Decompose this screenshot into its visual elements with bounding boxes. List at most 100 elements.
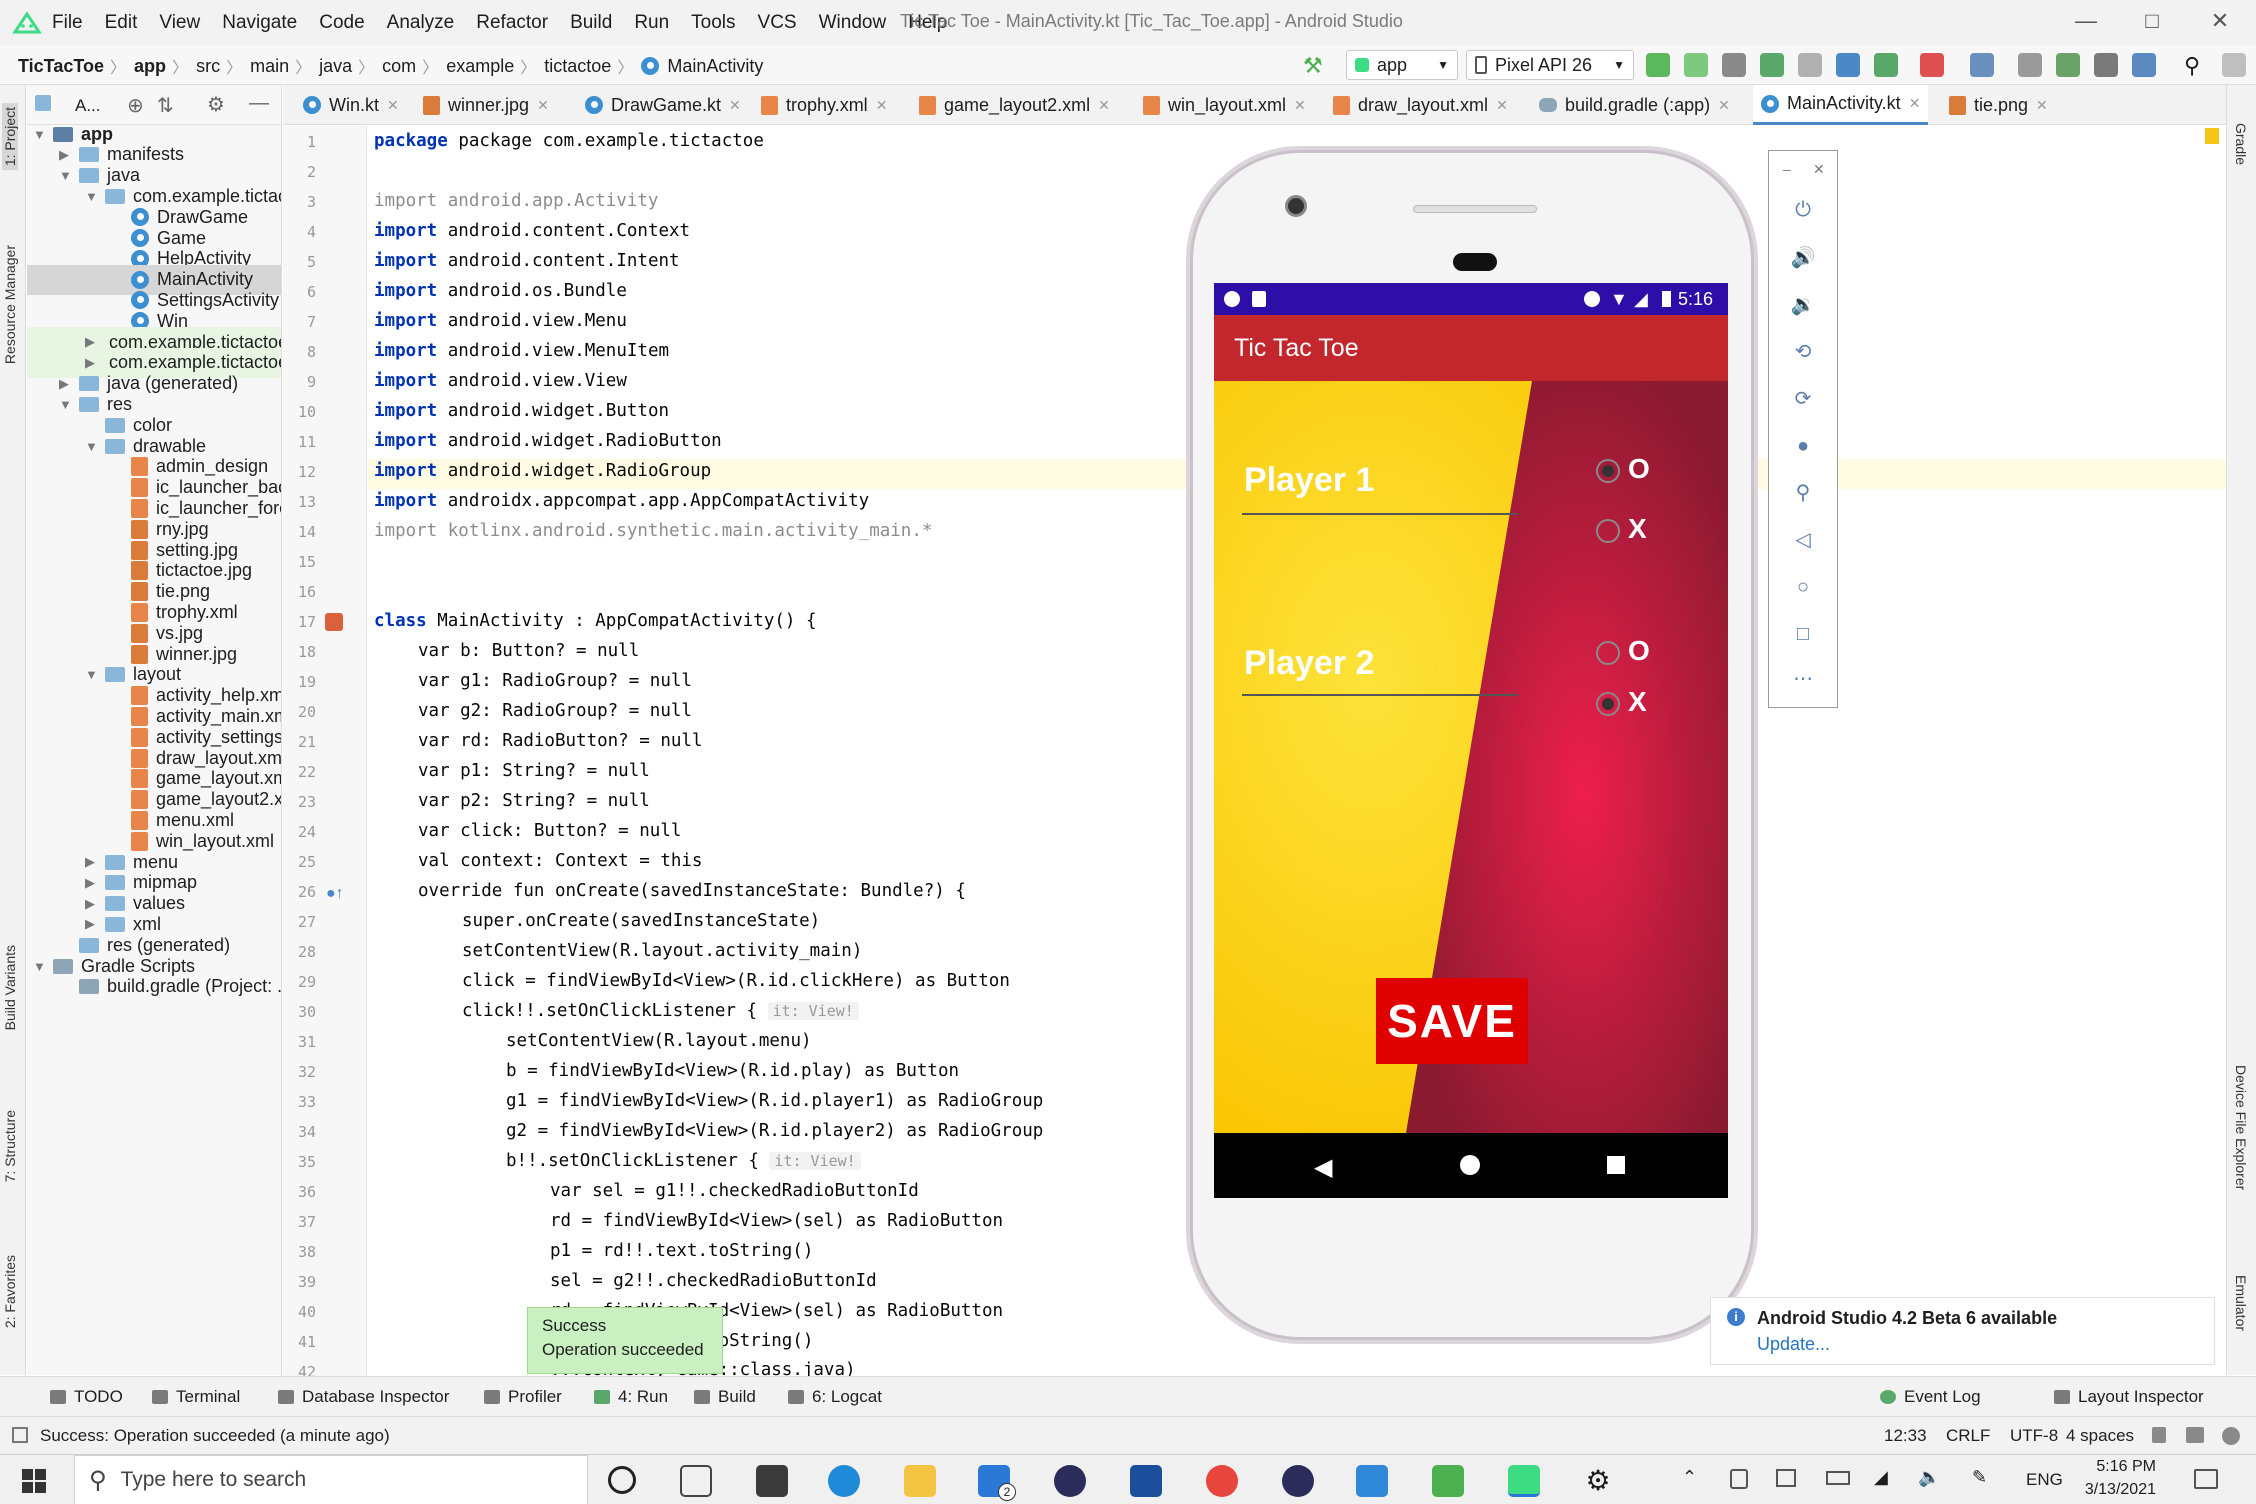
- close-icon[interactable]: ✕: [2036, 97, 2048, 114]
- minimize-button[interactable]: —: [2066, 8, 2106, 34]
- home-icon[interactable]: [1460, 1155, 1480, 1175]
- tab-structure[interactable]: 7: Structure: [2, 1110, 18, 1182]
- maximize-button[interactable]: □: [2132, 8, 2172, 34]
- crumb-example[interactable]: example: [446, 56, 514, 77]
- chrome-icon[interactable]: [1206, 1465, 1238, 1497]
- menu-file[interactable]: File: [52, 12, 83, 34]
- run-config-select[interactable]: app ▼: [1346, 50, 1458, 80]
- caret-position[interactable]: 12:33: [1884, 1426, 1927, 1446]
- recents-icon[interactable]: [1607, 1156, 1625, 1174]
- file-explorer-icon[interactable]: [904, 1465, 936, 1497]
- close-icon[interactable]: ✕: [1098, 97, 1110, 114]
- override-marker-icon[interactable]: ●↑: [326, 885, 344, 903]
- tab-device-file-explorer[interactable]: Device File Explorer: [2233, 1065, 2249, 1190]
- menu-run[interactable]: Run: [634, 12, 669, 34]
- tab-drawgame-kt[interactable]: DrawGame.kt ✕: [577, 85, 749, 125]
- tab-win-layout-xml[interactable]: win_layout.xml ✕: [1135, 85, 1314, 125]
- tab-tie-png[interactable]: tie.png ✕: [1941, 85, 2056, 125]
- eclipse-icon[interactable]: [1054, 1465, 1086, 1497]
- close-icon[interactable]: ✕: [1718, 97, 1730, 114]
- apply-changes-icon[interactable]: [1646, 53, 1670, 77]
- tab-winner-jpg[interactable]: winner.jpg ✕: [415, 85, 557, 125]
- hammer-icon[interactable]: ⚒: [1303, 53, 1327, 78]
- tab-emulator[interactable]: Emulator: [2233, 1275, 2249, 1331]
- more-icon[interactable]: ⋯: [1790, 666, 1816, 692]
- eclipse2-icon[interactable]: [1282, 1465, 1314, 1497]
- chevron-down-icon[interactable]: ▼: [33, 127, 47, 142]
- windows-start-icon[interactable]: [22, 1469, 46, 1493]
- clock-date[interactable]: 3/13/2021: [2076, 1481, 2156, 1499]
- crumb-project[interactable]: TicTacToe: [18, 56, 104, 77]
- update-link[interactable]: Update...: [1757, 1334, 1830, 1355]
- menu-view[interactable]: View: [159, 12, 200, 34]
- menu-navigate[interactable]: Navigate: [222, 12, 297, 34]
- tab-build-variants[interactable]: Build Variants: [2, 945, 18, 1030]
- menu-window[interactable]: Window: [819, 12, 887, 34]
- pen-icon[interactable]: ✎: [1972, 1467, 1987, 1488]
- stop-icon[interactable]: [1920, 53, 1944, 77]
- crumb-java[interactable]: java: [319, 56, 352, 77]
- android-studio-icon[interactable]: [1432, 1465, 1464, 1497]
- attach-process-icon[interactable]: [1874, 53, 1898, 77]
- crumb-src[interactable]: src: [196, 56, 220, 77]
- close-icon[interactable]: ✕: [729, 97, 741, 114]
- p2-radio-o[interactable]: [1596, 641, 1620, 665]
- tab-favorites[interactable]: 2: Favorites: [2, 1255, 18, 1328]
- hide-panel-icon[interactable]: —: [249, 92, 269, 115]
- close-icon[interactable]: ✕: [1909, 95, 1921, 112]
- tray-app-icon[interactable]: [1730, 1469, 1748, 1489]
- word-icon[interactable]: [1130, 1465, 1162, 1497]
- close-icon[interactable]: ✕: [1294, 97, 1306, 114]
- logcat-button[interactable]: 6: Logcat: [788, 1387, 882, 1407]
- player1-input-underline[interactable]: [1242, 513, 1518, 515]
- run-button[interactable]: 4: Run: [594, 1387, 668, 1407]
- collapse-all-icon[interactable]: ⇅: [157, 93, 174, 118]
- tab-mainactivity-kt[interactable]: MainActivity.kt ✕: [1753, 85, 1929, 125]
- overview-icon[interactable]: □: [1790, 621, 1816, 647]
- crumb-module[interactable]: app: [134, 56, 166, 77]
- wifi-icon[interactable]: ◢: [1874, 1467, 1888, 1488]
- chevron-down-icon[interactable]: ▼: [33, 959, 47, 974]
- rotate-right-icon[interactable]: ⟳: [1790, 386, 1816, 412]
- close-icon[interactable]: ✕: [1813, 161, 1825, 178]
- file-encoding[interactable]: UTF-8: [2010, 1426, 2058, 1446]
- emulator-screen[interactable]: ▼ ◢ 5:16 Tic Tac Toe Player 1 Player 2 O…: [1214, 283, 1728, 1198]
- avd-manager-icon[interactable]: [1970, 53, 1994, 77]
- structure-icon[interactable]: [2132, 53, 2156, 77]
- edge-icon[interactable]: [828, 1465, 860, 1497]
- apply-code-changes-icon[interactable]: [1684, 53, 1708, 77]
- cortana-icon[interactable]: [608, 1466, 636, 1494]
- settings-icon[interactable]: ⚙: [1582, 1465, 1614, 1497]
- device-select[interactable]: Pixel API 26 ▼: [1466, 50, 1634, 80]
- warning-marker[interactable]: [2205, 128, 2219, 144]
- tree-item[interactable]: build.gradle (Project: ...): [59, 972, 281, 1002]
- profiler-button[interactable]: Profiler: [484, 1387, 562, 1407]
- tab-win-kt[interactable]: Win.kt ✕: [295, 85, 407, 125]
- taskbar-search[interactable]: ⚲ Type here to search: [74, 1455, 588, 1504]
- chevron-down-icon[interactable]: ▼: [85, 667, 99, 682]
- menu-code[interactable]: Code: [319, 12, 364, 34]
- menu-vcs[interactable]: VCS: [758, 12, 797, 34]
- photos-icon[interactable]: [1356, 1465, 1388, 1497]
- camera-icon[interactable]: ●: [1790, 433, 1816, 459]
- task-view-icon[interactable]: [680, 1465, 712, 1497]
- close-icon[interactable]: ✕: [1496, 97, 1508, 114]
- lock-icon[interactable]: [2152, 1427, 2166, 1443]
- home-icon[interactable]: ○: [1790, 574, 1816, 600]
- crumb-main[interactable]: main: [250, 56, 289, 77]
- volume-down-icon[interactable]: 🔉: [1790, 292, 1816, 318]
- crumb-com[interactable]: com: [382, 56, 416, 77]
- activity-marker-icon[interactable]: [325, 613, 343, 631]
- tab-resource-manager[interactable]: Resource Manager: [2, 245, 18, 364]
- attach-debugger-icon[interactable]: [1798, 53, 1822, 77]
- line-separator[interactable]: CRLF: [1946, 1426, 1990, 1446]
- close-icon[interactable]: ✕: [537, 97, 549, 114]
- profile-icon[interactable]: [1836, 53, 1860, 77]
- locate-file-icon[interactable]: ⊕: [127, 93, 144, 118]
- sync-gradle-icon[interactable]: [2056, 53, 2080, 77]
- chevron-down-icon[interactable]: ▼: [85, 439, 99, 454]
- chevron-down-icon[interactable]: ▼: [59, 168, 73, 183]
- back-icon[interactable]: ◁: [1790, 527, 1816, 553]
- battery-icon[interactable]: [1826, 1471, 1850, 1485]
- run-coverage-icon[interactable]: [1722, 53, 1746, 77]
